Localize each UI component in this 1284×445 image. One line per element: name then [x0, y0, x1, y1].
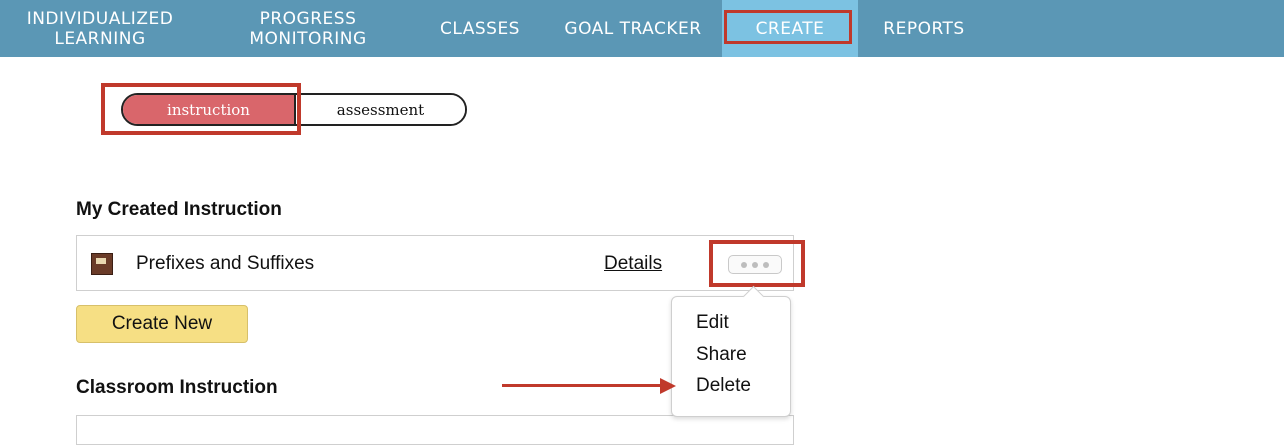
instruction-title: Prefixes and Suffixes	[136, 253, 315, 274]
top-nav: INDIVIDUALIZED LEARNING PROGRESS MONITOR…	[0, 0, 1284, 57]
menu-item-share[interactable]: Share	[696, 344, 747, 366]
nav-label-line1: PROGRESS	[259, 8, 357, 29]
list-item: Prefixes and Suffixes Details	[76, 235, 794, 291]
menu-item-edit[interactable]: Edit	[696, 312, 729, 334]
highlight-box-more-options	[709, 240, 805, 287]
annotation-arrow-line	[502, 384, 664, 387]
my-created-instruction-heading: My Created Instruction	[76, 199, 282, 220]
create-new-button[interactable]: Create New	[76, 305, 248, 343]
nav-individualized-learning[interactable]: INDIVIDUALIZED LEARNING	[0, 0, 200, 57]
toggle-assessment[interactable]: assessment	[296, 95, 465, 124]
highlight-box-instruction	[101, 83, 301, 135]
lesson-thumbnail-icon	[91, 253, 113, 275]
nav-classes[interactable]: CLASSES	[430, 0, 530, 57]
nav-label-line2: MONITORING	[249, 28, 367, 49]
nav-reports[interactable]: REPORTS	[868, 0, 980, 57]
highlight-box-create	[724, 10, 852, 44]
more-options-menu: Edit Share Delete	[671, 296, 791, 417]
nav-progress-monitoring[interactable]: PROGRESS MONITORING	[228, 0, 388, 57]
nav-goal-tracker[interactable]: GOAL TRACKER	[552, 0, 714, 57]
classroom-list	[76, 415, 794, 445]
details-link[interactable]: Details	[604, 253, 662, 275]
nav-label-line1: INDIVIDUALIZED	[26, 8, 174, 29]
menu-item-delete[interactable]: Delete	[696, 375, 751, 397]
annotation-arrow-head-icon	[660, 378, 676, 394]
classroom-instruction-heading: Classroom Instruction	[76, 377, 278, 398]
nav-label-line2: LEARNING	[54, 28, 146, 49]
